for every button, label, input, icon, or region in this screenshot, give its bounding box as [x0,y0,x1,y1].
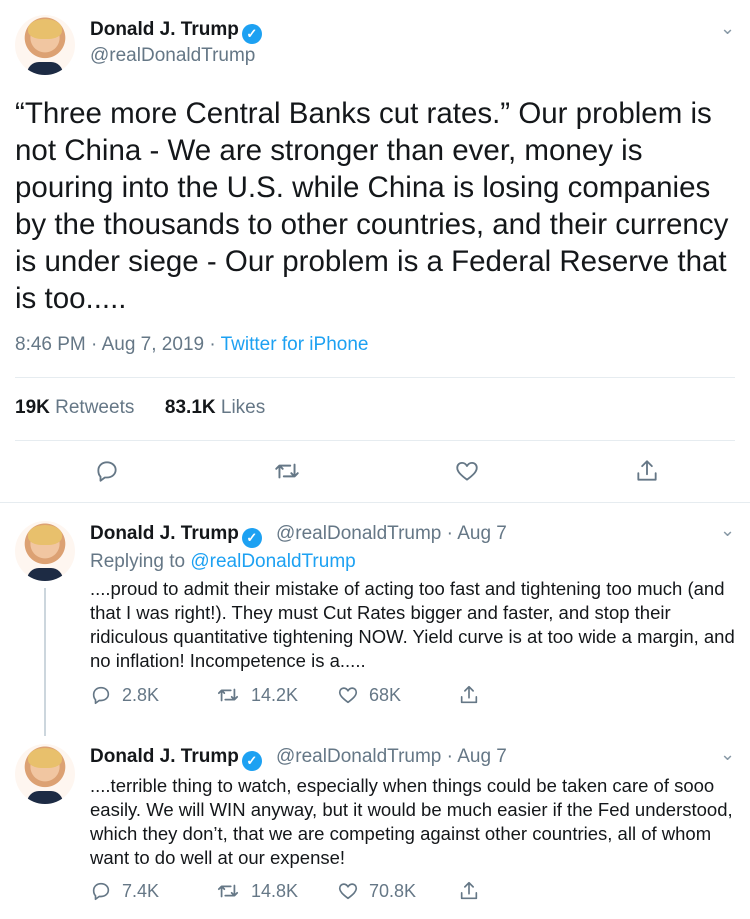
replying-to: Replying to @realDonaldTrump [90,551,356,572]
reply-count: 7.4K [122,880,160,901]
reply-author-avatar[interactable] [15,744,75,804]
reply-author-avatar[interactable] [15,521,75,581]
heart-icon [338,687,358,704]
like-button[interactable]: 68K [337,684,401,706]
share-button[interactable] [632,456,662,486]
retweet-count: 14.8K [251,880,299,901]
verified-badge-icon: ✓ [241,751,262,771]
chevron-down-icon[interactable]: ⌄ [720,520,735,541]
share-icon [460,685,478,704]
replying-to-link[interactable]: @realDonaldTrump [190,551,355,572]
reply-button[interactable] [92,456,122,486]
reply-count: 2.8K [122,684,160,705]
retweet-button[interactable]: 14.2K [215,684,298,706]
chevron-down-icon[interactable]: ⌄ [720,744,735,765]
retweet-count: 14.2K [251,684,299,705]
share-icon [460,881,478,900]
retweet-icon [217,688,239,702]
thread-line [44,588,46,736]
reply-icon [92,686,110,705]
engagement-stats: 19K Retweets 83.1K Likes [15,397,265,419]
share-button[interactable] [458,684,490,706]
reply-author-name[interactable]: Donald J. Trump ✓ [90,746,262,771]
reply-text: ....terrible thing to watch, especially … [90,775,733,868]
like-count: 70.8K [369,880,417,901]
author-name[interactable]: Donald J. Trump ✓ [90,19,262,44]
tweet-meta: 8:46 PM · Aug 7, 2019 · Twitter for iPho… [15,334,368,356]
main-tweet: Donald J. Trump ✓ @realDonaldTrump ⌄ “Thr… [0,0,750,502]
reply-button[interactable]: 2.8K [90,684,159,706]
section-divider [0,502,750,503]
heart-icon [338,883,358,900]
reply-text: ....proud to admit their mistake of acti… [90,578,735,671]
verified-badge-icon: ✓ [241,24,262,44]
chevron-down-icon[interactable]: ⌄ [720,18,735,39]
retweet-button[interactable]: 14.8K [215,880,298,902]
retweet-button[interactable] [272,456,302,486]
verified-badge-icon: ✓ [241,528,262,548]
reply-author-handle[interactable]: @realDonaldTrump · Aug 7 [276,746,507,768]
retweets-stat[interactable]: 19K Retweets [15,397,134,418]
likes-stat[interactable]: 83.1K Likes [165,397,265,418]
divider [15,377,735,378]
like-button[interactable] [452,456,482,486]
like-count: 68K [369,684,402,705]
reply-author-handle[interactable]: @realDonaldTrump · Aug 7 [276,523,507,545]
retweet-icon [217,884,239,898]
reply-icon [92,882,110,901]
tweet-source[interactable]: Twitter for iPhone [221,334,369,355]
author-handle[interactable]: @realDonaldTrump [90,45,255,67]
tweet-time[interactable]: 8:46 PM · Aug 7, 2019 · [15,334,221,355]
reply-author-name[interactable]: Donald J. Trump ✓ [90,523,262,548]
share-button[interactable] [458,880,490,902]
share-icon [637,460,657,481]
tweet-text: “Three more Central Banks cut rates.” Ou… [15,97,729,315]
retweet-icon [275,463,299,479]
divider [15,440,735,441]
heart-icon [456,461,478,481]
author-avatar[interactable] [15,15,75,75]
reply-button[interactable]: 7.4K [90,880,159,902]
like-button[interactable]: 70.8K [337,880,416,902]
reply-icon [97,461,117,482]
